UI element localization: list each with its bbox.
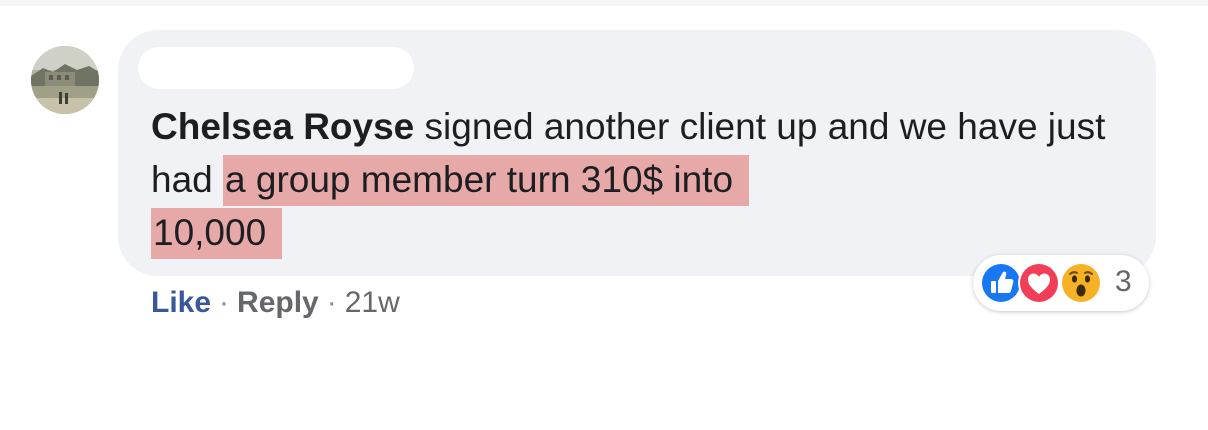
highlighted-text-continued: 10,000 [151, 208, 283, 259]
reaction-count: 3 [1115, 265, 1132, 298]
reply-button[interactable]: Reply [237, 286, 319, 319]
timestamp[interactable]: 21w [345, 286, 400, 319]
author-name-redaction [138, 47, 414, 89]
avatar-photo [31, 46, 99, 114]
love-reaction-icon [1018, 262, 1060, 304]
separator: · [326, 286, 337, 319]
mention-link[interactable]: Chelsea Royse [151, 106, 414, 147]
comment-screenshot: Chelsea Royse signed another client up a… [0, 0, 1208, 430]
wow-reaction-icon [1060, 262, 1102, 304]
like-button[interactable]: Like [151, 286, 211, 319]
separator: · [219, 286, 230, 319]
comment-actions: Like · Reply · 21w [151, 286, 400, 320]
previous-comment-edge [0, 0, 1208, 6]
reactions-summary[interactable]: 3 [973, 255, 1149, 311]
highlighted-text: a group member turn 310$ into [223, 155, 750, 206]
avatar[interactable] [31, 46, 99, 114]
comment-text: Chelsea Royse signed another client up a… [151, 100, 1111, 259]
